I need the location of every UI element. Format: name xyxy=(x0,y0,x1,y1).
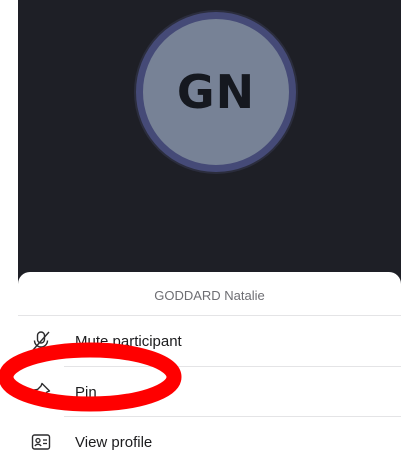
id-card-icon xyxy=(30,431,52,452)
view-profile-button[interactable]: View profile xyxy=(18,417,401,452)
participant-action-sheet: GODDARD Natalie Mute participant Pin Vie… xyxy=(18,272,401,452)
pin-label: Pin xyxy=(75,383,97,401)
pin-icon xyxy=(30,381,52,403)
mute-participant-button[interactable]: Mute participant xyxy=(18,316,401,366)
call-screen: GN GODDARD Natalie Mute participant Pin … xyxy=(0,0,401,452)
divider xyxy=(0,382,10,383)
pin-button[interactable]: Pin xyxy=(18,367,401,417)
avatar-initials: GN xyxy=(176,65,256,119)
mute-participant-label: Mute participant xyxy=(75,332,182,350)
mic-off-icon xyxy=(30,330,52,352)
avatar: GN xyxy=(136,12,296,172)
participant-video-tile[interactable]: GN xyxy=(18,0,401,300)
participant-name: GODDARD Natalie xyxy=(154,288,265,303)
view-profile-label: View profile xyxy=(75,433,153,451)
